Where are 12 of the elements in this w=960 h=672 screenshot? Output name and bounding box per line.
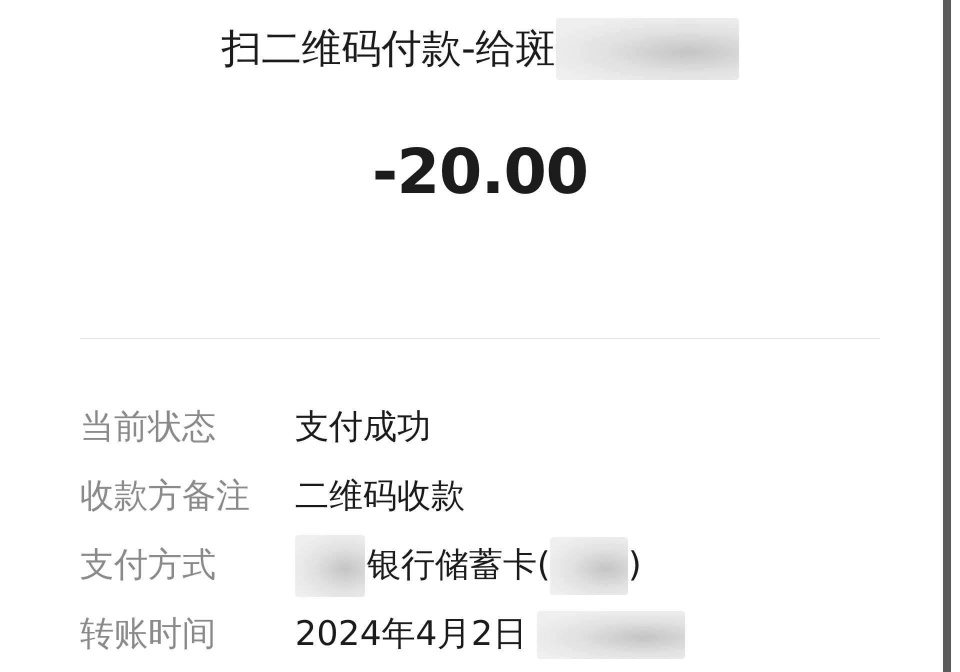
redaction-block [295, 534, 365, 596]
detail-value: 2024年4月2日 [295, 613, 527, 656]
detail-value: 支付成功 [295, 406, 431, 449]
detail-value: 银行储蓄卡( [367, 544, 550, 587]
detail-value: 二维码收款 [295, 475, 465, 518]
detail-label: 收款方备注 [80, 475, 251, 518]
detail-label: 转账时间 [80, 613, 217, 656]
detail-label: 支付方式 [80, 544, 217, 587]
amount-text: -20.00 [371, 134, 589, 210]
payment-title: 扫二维码付款-给斑 [221, 25, 556, 74]
detail-value: ) [628, 544, 642, 587]
detail-label: 当前状态 [80, 406, 217, 449]
